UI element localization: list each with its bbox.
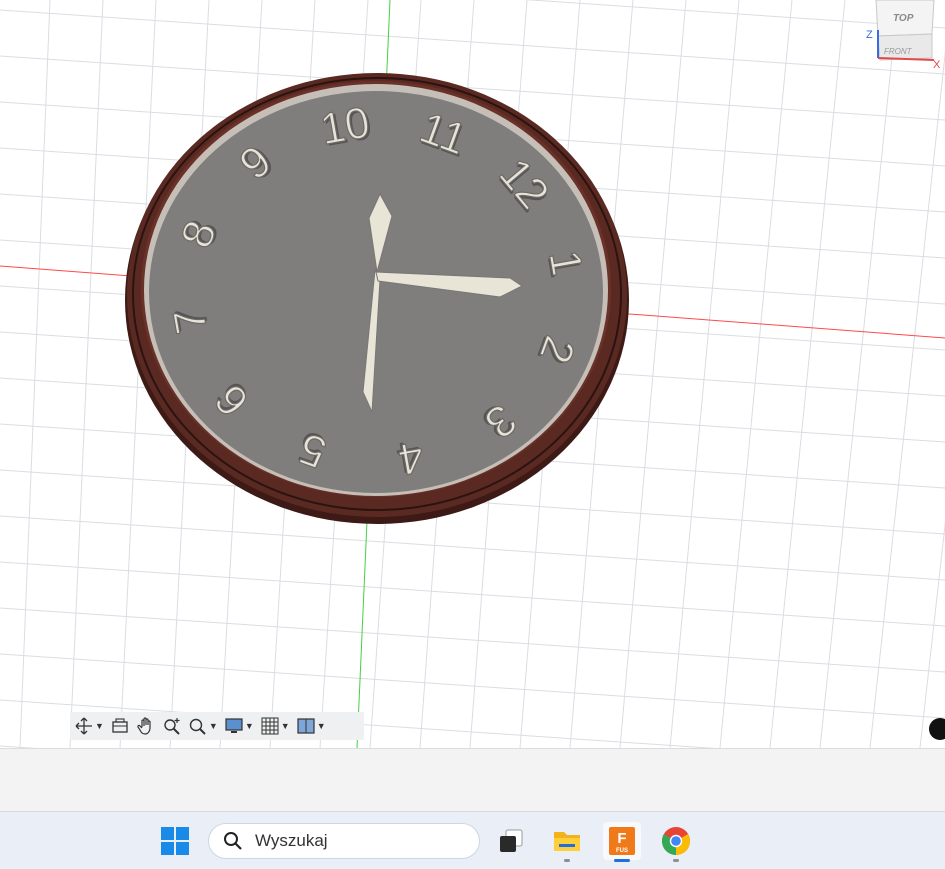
viewcube[interactable]: TOP FRONT Z X xyxy=(862,0,945,71)
zoom-icon xyxy=(164,718,180,735)
orbit-dropdown-icon[interactable]: ▼ xyxy=(95,721,104,731)
viewcube-x-label: X xyxy=(933,59,941,70)
grid-settings-icon xyxy=(261,717,279,735)
clock-model[interactable]: 1010 11111212112233445566778899 xyxy=(125,73,629,524)
pan-hand-icon xyxy=(137,717,151,735)
viewcube-z-label: Z xyxy=(866,29,873,41)
status-strip xyxy=(0,748,945,812)
windows-start-icon xyxy=(161,827,189,855)
look-at-icon xyxy=(112,718,128,733)
viewports-dropdown-icon[interactable]: ▼ xyxy=(317,721,326,731)
windows-taskbar: Wyszukaj F FUS xyxy=(0,811,945,869)
svg-text:FUS: FUS xyxy=(616,848,628,854)
3d-viewport[interactable]: 10 10 11 11 12 12 1 1 2 2 3 3 4 4 5 5 6 6 7 7 8 8 9 9 TOP FRONT… xyxy=(0,0,945,748)
look-at-tool[interactable] xyxy=(110,714,130,738)
taskbar-search-box[interactable]: Wyszukaj xyxy=(208,823,480,859)
search-placeholder: Wyszukaj xyxy=(255,831,328,850)
navigation-toolbar: ▼ ▼ ▼ ▼ ▼ xyxy=(70,712,364,740)
viewcube-top-label: TOP xyxy=(893,13,914,24)
display-settings-icon xyxy=(225,718,243,733)
fusion-taskbar-button[interactable]: F FUS xyxy=(603,822,641,862)
orbit-tool[interactable]: ▼ xyxy=(74,714,104,738)
file-explorer-button[interactable] xyxy=(548,822,586,862)
display-settings-tool[interactable]: ▼ xyxy=(224,714,254,738)
clock-numeral: 10 xyxy=(317,98,374,155)
orbit-icon xyxy=(75,717,92,735)
design-canvas[interactable]: 1010 11111212112233445566778899 xyxy=(0,0,945,748)
fusion-app-icon: F FUS xyxy=(609,827,635,855)
task-view-button[interactable] xyxy=(492,822,530,860)
grid-settings-dropdown-icon[interactable]: ▼ xyxy=(281,721,290,731)
display-settings-dropdown-icon[interactable]: ▼ xyxy=(245,721,254,731)
grid-settings-tool[interactable]: ▼ xyxy=(260,714,290,738)
viewports-tool[interactable]: ▼ xyxy=(296,714,326,738)
zoom-window-dropdown-icon[interactable]: ▼ xyxy=(209,721,218,731)
zoom-window-tool[interactable]: ▼ xyxy=(188,714,218,738)
pan-tool[interactable] xyxy=(136,714,156,738)
chrome-taskbar-button[interactable] xyxy=(657,822,695,862)
zoom-tool[interactable] xyxy=(162,714,182,738)
search-icon xyxy=(224,832,242,850)
task-view-icon xyxy=(500,829,523,852)
start-button[interactable] xyxy=(156,822,194,860)
viewcube-front-label: FRONT xyxy=(884,47,913,56)
viewports-icon xyxy=(297,718,315,734)
zoom-window-icon xyxy=(189,718,206,735)
file-explorer-icon xyxy=(554,832,580,851)
bottom-right-badge-icon[interactable] xyxy=(929,718,945,740)
chrome-icon xyxy=(662,827,690,855)
svg-text:F: F xyxy=(617,830,626,847)
